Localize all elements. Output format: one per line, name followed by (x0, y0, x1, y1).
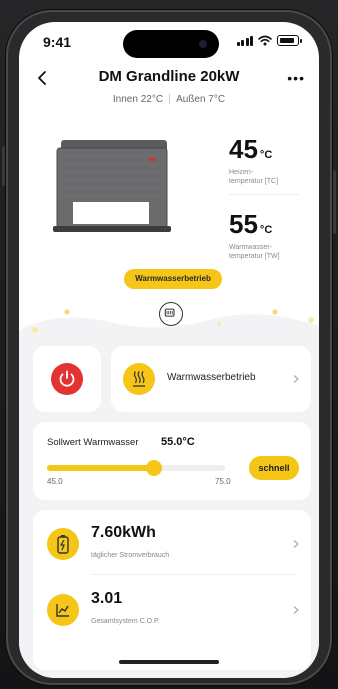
more-icon[interactable]: ••• (287, 71, 305, 85)
ambient-temperatures: Innen 22°C Außen 7°C (19, 94, 319, 105)
heating-temperature: 45 °C Heizen- temperatur [TC] (229, 136, 299, 186)
slider-min-label: 45.0 (47, 477, 63, 486)
status-bar: 9:41 (19, 22, 319, 60)
signal-icon (236, 35, 253, 46)
trend-chart-icon (47, 594, 79, 626)
cop-row[interactable]: 3.01 Gesamtsystem C.O.P. (33, 576, 311, 644)
power-icon (59, 370, 75, 387)
setpoint-card: Sollwert Warmwasser 55.0°C 45.0 75.0 sch… (33, 422, 311, 500)
side-button-left (2, 146, 5, 186)
battery-icon (277, 35, 302, 46)
setpoint-label: Sollwert Warmwasser (47, 437, 139, 448)
hot-water-label: Warmwasser- temperatur [TW] (229, 244, 280, 260)
mode-label: Warmwasserbetrieb (167, 372, 256, 383)
mode-card[interactable]: Warmwasserbetrieb (111, 346, 311, 412)
mode-badge: Warmwasserbetrieb (124, 269, 222, 289)
chevron-right-icon (293, 606, 299, 614)
heat-pump-unit-image (53, 140, 171, 232)
chevron-right-icon (293, 375, 299, 383)
heating-label: Heizen- temperatur [TC] (229, 169, 279, 185)
power-button[interactable] (51, 363, 83, 395)
slider-fill (47, 465, 154, 471)
hot-water-unit: °C (259, 224, 273, 236)
home-indicator[interactable] (119, 660, 219, 664)
power-card (33, 346, 101, 412)
setpoint-slider[interactable] (47, 460, 225, 476)
hot-water-value: 55 (229, 209, 258, 239)
side-button-right (333, 170, 336, 234)
heating-value: 45 (229, 134, 258, 164)
cop-label: Gesamtsystem C.O.P. (91, 618, 160, 625)
stats-card: 7.60kWh täglicher Stromverbrauch 3.01 Ge… (33, 510, 311, 670)
battery-charge-icon (47, 528, 79, 560)
hot-water-mode-icon (123, 363, 155, 395)
setpoint-value: 55.0°C (161, 436, 195, 448)
daily-consumption-row[interactable]: 7.60kWh täglicher Stromverbrauch (33, 510, 311, 578)
temperature-divider (229, 194, 299, 195)
control-panel: Warmwasserbetrieb Sollwert Warmwasser 55… (19, 309, 319, 678)
stats-divider (91, 574, 297, 575)
slider-max-label: 75.0 (215, 477, 231, 486)
slider-thumb[interactable] (145, 460, 162, 476)
indoor-temperature: Innen 22°C (112, 94, 164, 105)
wifi-icon (258, 35, 272, 46)
status-icons (236, 34, 302, 46)
daily-consumption-label: täglicher Stromverbrauch (91, 552, 170, 559)
status-time: 9:41 (43, 34, 72, 50)
cop-value: 3.01 (91, 590, 123, 607)
app-screen: 9:41 DM Grandline 20kW ••• Innen 22°C Auß… (19, 22, 319, 678)
daily-consumption-value: 7.60kWh (91, 524, 156, 541)
page-title: DM Grandline 20kW (98, 68, 240, 85)
dynamic-island (123, 30, 219, 58)
nav-bar: DM Grandline 20kW ••• (19, 64, 319, 92)
chevron-right-icon (293, 540, 299, 548)
outdoor-temperature: Außen 7°C (176, 94, 226, 105)
hot-water-temperature: 55 °C Warmwasser- temperatur [TW] (229, 211, 299, 261)
fast-heat-button[interactable]: schnell (249, 456, 299, 480)
heating-unit: °C (259, 149, 273, 161)
